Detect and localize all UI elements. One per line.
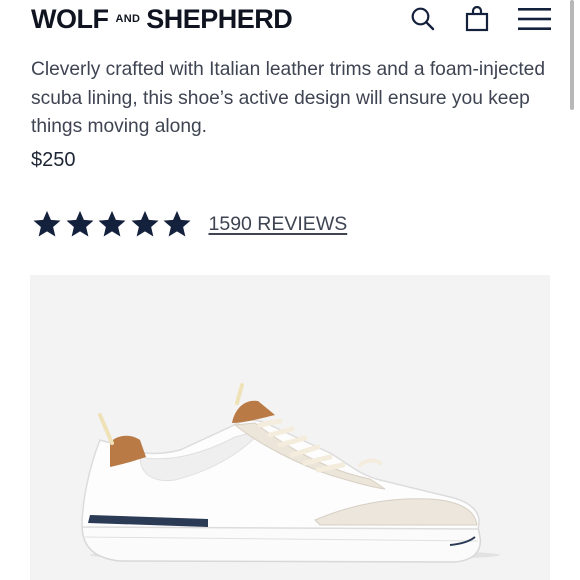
star-icon bbox=[131, 210, 158, 237]
star-icon bbox=[98, 210, 126, 237]
logo-wordmark-wolf: WOLF bbox=[31, 4, 109, 34]
star-icon bbox=[163, 210, 191, 237]
logo-wordmark-and: AND bbox=[115, 13, 141, 25]
page-scrollbar[interactable] bbox=[570, 0, 574, 110]
brand-logo[interactable]: WOLF AND SHEPHERD bbox=[31, 4, 293, 34]
rating-stars bbox=[31, 209, 194, 239]
product-rating: 1590 REVIEWS bbox=[31, 207, 347, 241]
reviews-link[interactable]: 1590 REVIEWS bbox=[209, 213, 348, 236]
cart-button[interactable] bbox=[461, 4, 493, 34]
search-icon bbox=[411, 7, 435, 31]
menu-button[interactable] bbox=[517, 4, 551, 34]
star-icon bbox=[66, 210, 93, 237]
hamburger-menu-icon bbox=[517, 8, 551, 30]
product-page: WOLF AND SHEPHERD Cleverly crafted with … bbox=[0, 0, 580, 580]
search-button[interactable] bbox=[407, 4, 439, 34]
star-icon bbox=[33, 210, 61, 237]
product-description: Cleverly crafted with Italian leather tr… bbox=[31, 59, 546, 137]
product-image[interactable] bbox=[30, 275, 550, 580]
product-price: $250 bbox=[31, 149, 76, 171]
shopping-bag-icon bbox=[465, 6, 489, 32]
site-header: WOLF AND SHEPHERD bbox=[0, 0, 580, 38]
logo-wordmark-shepherd: SHEPHERD bbox=[146, 4, 293, 34]
sneaker-illustration bbox=[81, 383, 500, 563]
